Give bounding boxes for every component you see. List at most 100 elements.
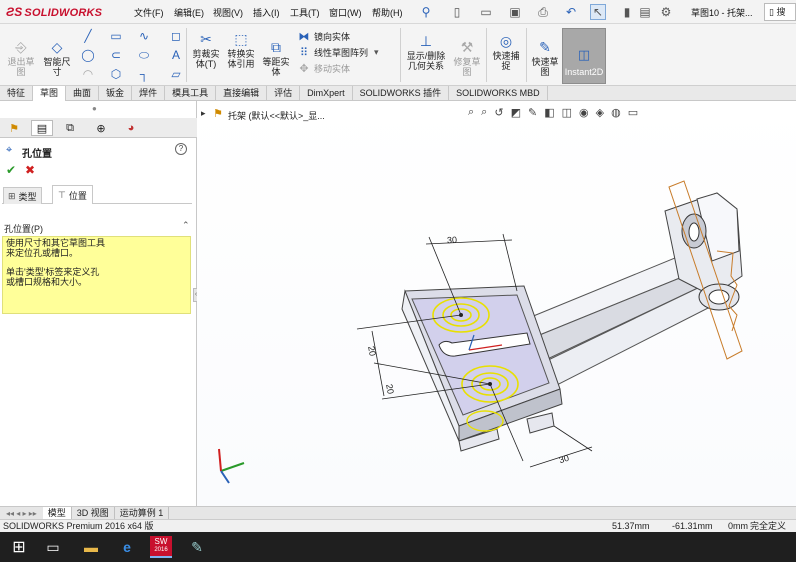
show-delete-relations-button[interactable]: ⊥ 显示/删除 几何关系: [402, 32, 450, 71]
slot-icon[interactable]: ⊂: [108, 47, 124, 63]
paint-app-icon[interactable]: ✎: [186, 536, 208, 558]
subtab-type[interactable]: ⊞ 类型: [3, 187, 42, 204]
tree-expand-arrow-icon[interactable]: ▸: [201, 108, 206, 119]
section-view-icon[interactable]: ◩: [511, 106, 521, 119]
tab-sheet-metal[interactable]: 钣金: [99, 86, 133, 101]
line-icon[interactable]: ╱: [80, 28, 96, 44]
text-icon[interactable]: A: [168, 47, 184, 63]
dropdown-chevron-icon[interactable]: ▾: [374, 47, 379, 58]
tab-motion-study[interactable]: 运动算例 1: [115, 507, 170, 519]
new-document-icon[interactable]: ▯: [449, 4, 465, 20]
linear-pattern-button[interactable]: ⠿ 线性草图阵列 ▾: [296, 44, 396, 60]
circle-icon[interactable]: ◯: [80, 47, 96, 63]
zoom-to-area-icon[interactable]: ⌕: [481, 106, 487, 119]
linear-pattern-icon: ⠿: [299, 46, 309, 59]
tab-mbd[interactable]: SOLIDWORKS MBD: [449, 86, 548, 101]
print-icon[interactable]: ⎙: [535, 4, 551, 20]
offset-entities-button[interactable]: ⧉ 等距实 体: [259, 38, 293, 77]
repair-sketch-button[interactable]: ⚒ 修复草 图: [452, 38, 482, 77]
edge-browser-icon[interactable]: e: [116, 536, 138, 558]
coord-y: -61.31mm: [672, 521, 713, 531]
menu-edit[interactable]: 编辑(E): [174, 6, 204, 19]
move-entities-button[interactable]: ✥ 移动实体: [296, 60, 396, 76]
tab-weldments[interactable]: 焊件: [132, 86, 166, 101]
edit-appearance-icon[interactable]: ◈: [596, 106, 604, 119]
mirror-entities-button[interactable]: ⧓ 镜向实体: [296, 28, 396, 44]
menu-file[interactable]: 文件(F): [134, 6, 164, 19]
file-explorer-icon[interactable]: ▬: [80, 536, 102, 558]
rapid-sketch-button[interactable]: ✎ 快速草 图: [528, 38, 562, 77]
property-manager-icon[interactable]: ▤: [31, 120, 53, 136]
windows-taskbar: ⊞ ▭ ▬ e SW 2016 ✎: [0, 532, 796, 562]
instant2d-button[interactable]: ◫ Instant2D: [562, 28, 606, 84]
select-arrow-icon[interactable]: ↖: [590, 4, 606, 20]
task-view-icon[interactable]: ▭: [42, 536, 64, 558]
menu-help[interactable]: 帮助(H): [372, 6, 403, 19]
feature-manager-icon[interactable]: ⚑: [3, 120, 25, 136]
dimension-label-left-lower[interactable]: 20: [384, 383, 396, 395]
quick-snaps-button[interactable]: ◎ 快速捕 捉: [489, 32, 523, 71]
tab-features[interactable]: 特征: [0, 86, 34, 101]
solidworks-taskbar-icon[interactable]: SW 2016: [150, 536, 172, 558]
display-manager-icon[interactable]: ◕: [120, 120, 142, 136]
undo-icon[interactable]: ↶: [563, 4, 579, 20]
point-icon[interactable]: ◻: [168, 28, 184, 44]
rectangle-icon[interactable]: ▭: [108, 28, 124, 44]
file-properties-icon[interactable]: ▤: [637, 4, 653, 20]
spline-icon[interactable]: ∿: [136, 28, 152, 44]
save-icon[interactable]: ▣: [507, 4, 523, 20]
dynamic-annotation-icon[interactable]: ✎: [528, 106, 537, 119]
convert-entities-button[interactable]: ⬚ 转换实 体引用: [224, 30, 258, 69]
tab-evaluate[interactable]: 评估: [267, 86, 301, 101]
search-box[interactable]: ▯ 搜: [764, 3, 796, 21]
menu-insert[interactable]: 插入(I): [253, 6, 280, 19]
tab-scroll-arrows[interactable]: ◂◂ ◂ ▸ ▸▸: [0, 509, 43, 518]
subtab-position[interactable]: ⊤ 位置: [52, 185, 93, 204]
hide-show-items-icon[interactable]: ◉: [579, 106, 589, 119]
tab-surfaces[interactable]: 曲面: [66, 86, 100, 101]
flyout-tree-label[interactable]: 托架 (默认<<默认>_显...: [228, 109, 325, 122]
help-icon[interactable]: ?: [175, 143, 187, 155]
exit-sketch-button[interactable]: ⎆ 退出草 图: [4, 38, 38, 77]
configuration-manager-icon[interactable]: ⧉: [59, 120, 81, 136]
menu-view[interactable]: 视图(V): [213, 6, 243, 19]
tab-direct-editing[interactable]: 直接编辑: [216, 86, 268, 101]
previous-view-icon[interactable]: ↺: [494, 106, 503, 119]
open-folder-icon[interactable]: ▭: [478, 4, 494, 20]
relations-icon: ⊥: [419, 33, 433, 49]
polygon-icon[interactable]: ⬡: [108, 66, 124, 82]
solidworks-logo[interactable]: ƧS SOLIDWORKS: [6, 5, 102, 19]
fillet-icon[interactable]: ┐: [136, 66, 152, 82]
model-viewport[interactable]: [197, 101, 796, 506]
apply-scene-icon[interactable]: ◍: [611, 106, 621, 119]
smart-dimension-button[interactable]: ◇ 智能尺 寸: [40, 38, 74, 77]
tab-dimxpert[interactable]: DimXpert: [300, 86, 353, 101]
plane-icon[interactable]: ▱: [168, 66, 184, 82]
tab-addins[interactable]: SOLIDWORKS 插件: [353, 86, 450, 101]
ellipse-icon[interactable]: ⬭: [136, 47, 152, 63]
menu-tools[interactable]: 工具(T): [290, 6, 320, 19]
dimension-label-top[interactable]: 30: [447, 235, 458, 246]
dimxpert-manager-icon[interactable]: ⊕: [90, 120, 112, 136]
menu-window[interactable]: 窗口(W): [329, 6, 362, 19]
pin-icon[interactable]: ⚲: [418, 4, 434, 20]
tab-sketch[interactable]: 草图: [33, 86, 67, 101]
display-style-icon[interactable]: ◫: [562, 106, 572, 119]
graphics-area[interactable]: 30 20 20 30 ▸ ⚑ 托架 (默认<<默认>_显... ⌕ ⌕ ↺ ◩…: [197, 101, 796, 506]
panel-collapse-handle[interactable]: ●: [92, 104, 97, 113]
tab-3d-views[interactable]: 3D 视图: [72, 507, 115, 519]
cancel-x-icon[interactable]: ✖: [25, 163, 35, 177]
rebuild-icon[interactable]: ▮: [619, 4, 635, 20]
view-settings-icon[interactable]: ▭: [628, 106, 638, 119]
ok-check-icon[interactable]: ✔: [6, 163, 16, 177]
view-orientation-icon[interactable]: ◧: [544, 106, 554, 119]
zoom-to-fit-icon[interactable]: ⌕: [468, 106, 474, 119]
arc-icon[interactable]: ◠: [80, 66, 96, 82]
trim-entities-button[interactable]: ✂ 剪裁实 体(T): [189, 30, 223, 69]
tab-model[interactable]: 模型: [42, 507, 72, 519]
dimension-label-left-upper[interactable]: 20: [366, 345, 378, 357]
collapse-chevron-icon[interactable]: ⌃: [182, 220, 190, 231]
options-gear-icon[interactable]: ⚙: [658, 4, 674, 20]
windows-start-icon[interactable]: ⊞: [8, 536, 30, 558]
tab-mold-tools[interactable]: 模具工具: [165, 86, 217, 101]
